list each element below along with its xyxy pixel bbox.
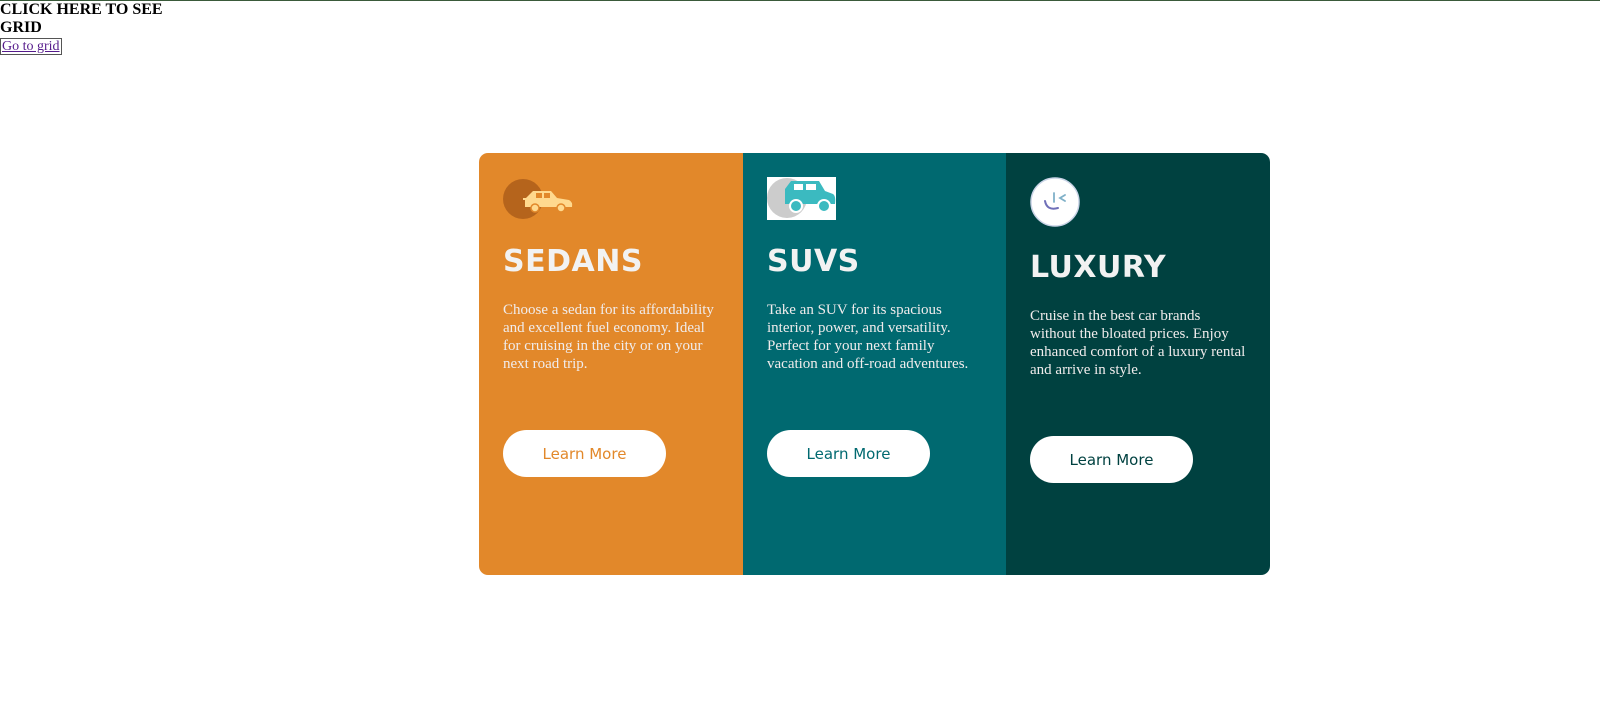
learn-more-suvs-button[interactable]: Learn More [767, 430, 930, 477]
card-description-luxury: Cruise in the best car brands without th… [1030, 308, 1246, 378]
learn-more-sedans-button[interactable]: Learn More [503, 430, 666, 477]
card-title-sedans: SEDANS [503, 244, 643, 279]
page-heading: CLICK HERE TO SEE GRID [0, 1, 163, 36]
card-description-suvs: Take an SUV for its spacious interior, p… [767, 302, 969, 372]
card-title-luxury: LUXURY [1030, 250, 1167, 285]
sedan-car-icon [503, 177, 573, 226]
learn-more-luxury-button[interactable]: Learn More [1030, 436, 1193, 483]
card-suvs: SUVS Take an SUV for its spacious interi… [743, 153, 1006, 575]
luxury-car-icon [1030, 177, 1080, 232]
card-luxury: LUXURY Cruise in the best car brands wit… [1006, 153, 1270, 575]
suv-car-icon [767, 177, 836, 225]
card-description-sedans: Choose a sedan for its affordability and… [503, 302, 714, 372]
car-cards-container: SEDANS Choose a sedan for its affordabil… [479, 153, 1270, 575]
card-title-suvs: SUVS [767, 244, 860, 279]
go-to-grid-link[interactable]: Go to grid [0, 38, 62, 55]
card-sedans: SEDANS Choose a sedan for its affordabil… [479, 153, 743, 575]
